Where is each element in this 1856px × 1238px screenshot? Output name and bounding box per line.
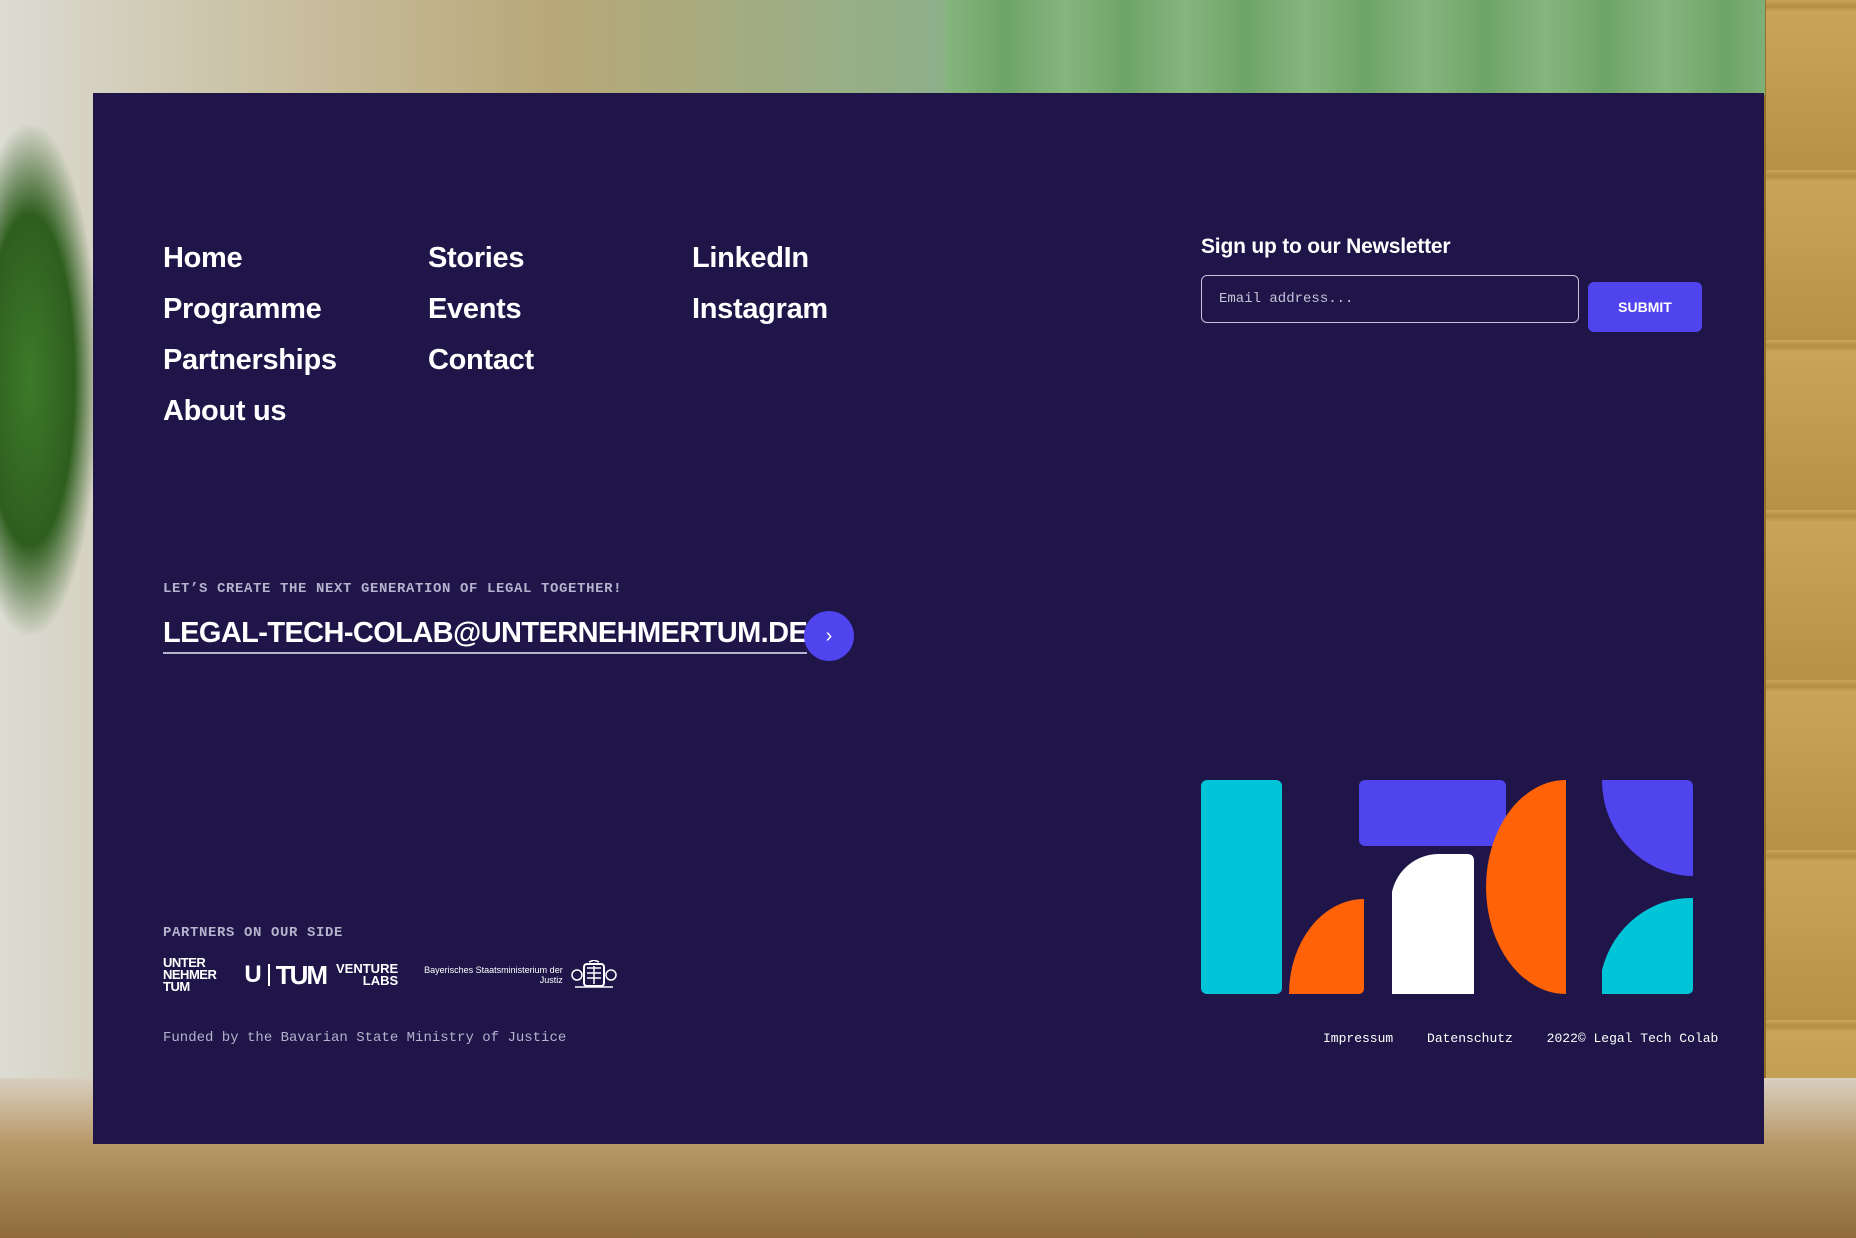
newsletter-form: Sign up to our Newsletter SUBMIT <box>1201 235 1702 332</box>
nav-link-home[interactable]: Home <box>163 233 337 284</box>
ltc-arch-white <box>1392 853 1474 994</box>
datenschutz-link[interactable]: Datenschutz <box>1427 1031 1513 1046</box>
ltc-quarter-orange <box>1289 899 1364 994</box>
background-wall <box>945 0 1765 95</box>
bavarian-crest-icon <box>570 960 617 988</box>
partners-logos: UNTER NEHMER TUM U TUM VENTURE LABS Baye… <box>163 956 617 994</box>
logo-line: Justiz <box>539 975 563 985</box>
logo-separator <box>267 964 270 986</box>
nav-link-events[interactable]: Events <box>428 284 534 335</box>
nav-link-about-us[interactable]: About us <box>163 386 337 437</box>
background-plant <box>0 120 100 640</box>
ministry-logo[interactable]: Bayerisches Staatsministerium der Justiz <box>424 960 617 990</box>
nav-column-social: LinkedIn Instagram <box>692 233 828 335</box>
newsletter-title: Sign up to our Newsletter <box>1201 235 1451 258</box>
ltc-top-bar-blue <box>1359 780 1506 846</box>
cta-arrow-button[interactable]: › <box>804 611 854 661</box>
tum-venture-labs-logo[interactable]: U TUM VENTURE LABS <box>244 960 398 991</box>
ltc-quarter-blue <box>1602 780 1693 876</box>
chevron-right-icon: › <box>825 625 833 647</box>
background-shelf <box>1766 0 1856 1080</box>
ltc-quarter-cyan <box>1602 897 1693 994</box>
nav-link-linkedin[interactable]: LinkedIn <box>692 233 828 284</box>
submit-button[interactable]: SUBMIT <box>1588 282 1702 332</box>
nav-column-secondary: Stories Events Contact <box>428 233 534 386</box>
copyright-text: 2022© Legal Tech Colab <box>1546 1031 1719 1046</box>
email-input[interactable] <box>1201 275 1579 323</box>
nav-column-main: Home Programme Partnerships About us <box>163 233 337 437</box>
nav-link-stories[interactable]: Stories <box>428 233 534 284</box>
impressum-link[interactable]: Impressum <box>1323 1031 1393 1046</box>
logo-line: LABS <box>362 973 399 988</box>
logo-line: TUM <box>163 979 190 994</box>
nav-link-programme[interactable]: Programme <box>163 284 337 335</box>
ltc-bar-cyan <box>1201 780 1282 994</box>
ltc-logo-graphic <box>1201 780 1693 994</box>
partners-label: PARTNERS ON OUR SIDE <box>163 925 344 941</box>
nav-link-contact[interactable]: Contact <box>428 335 534 386</box>
cta-eyebrow: LET’S CREATE THE NEXT GENERATION OF LEGA… <box>163 581 623 597</box>
logo-tum-mark: TUM <box>275 959 328 990</box>
logo-line: Bayerisches Staatsministerium der <box>424 965 563 975</box>
ministry-name: Bayerisches Staatsministerium der Justiz <box>424 965 563 985</box>
nav-link-partnerships[interactable]: Partnerships <box>163 335 337 386</box>
logo-u-mark: U <box>244 961 262 988</box>
logo-venture-labs: VENTURE LABS <box>336 962 399 988</box>
contact-email-link[interactable]: LEGAL-TECH-COLAB@UNTERNEHMERTUM.DE <box>163 617 808 654</box>
footer-panel: Home Programme Partnerships About us Sto… <box>93 93 1764 1144</box>
nav-link-instagram[interactable]: Instagram <box>692 284 828 335</box>
funding-note: Funded by the Bavarian State Ministry of… <box>163 1030 567 1046</box>
unternehmertum-logo[interactable]: UNTER NEHMER TUM <box>163 956 217 994</box>
legal-links: Impressum Datenschutz 2022© Legal Tech C… <box>1323 1031 1718 1046</box>
